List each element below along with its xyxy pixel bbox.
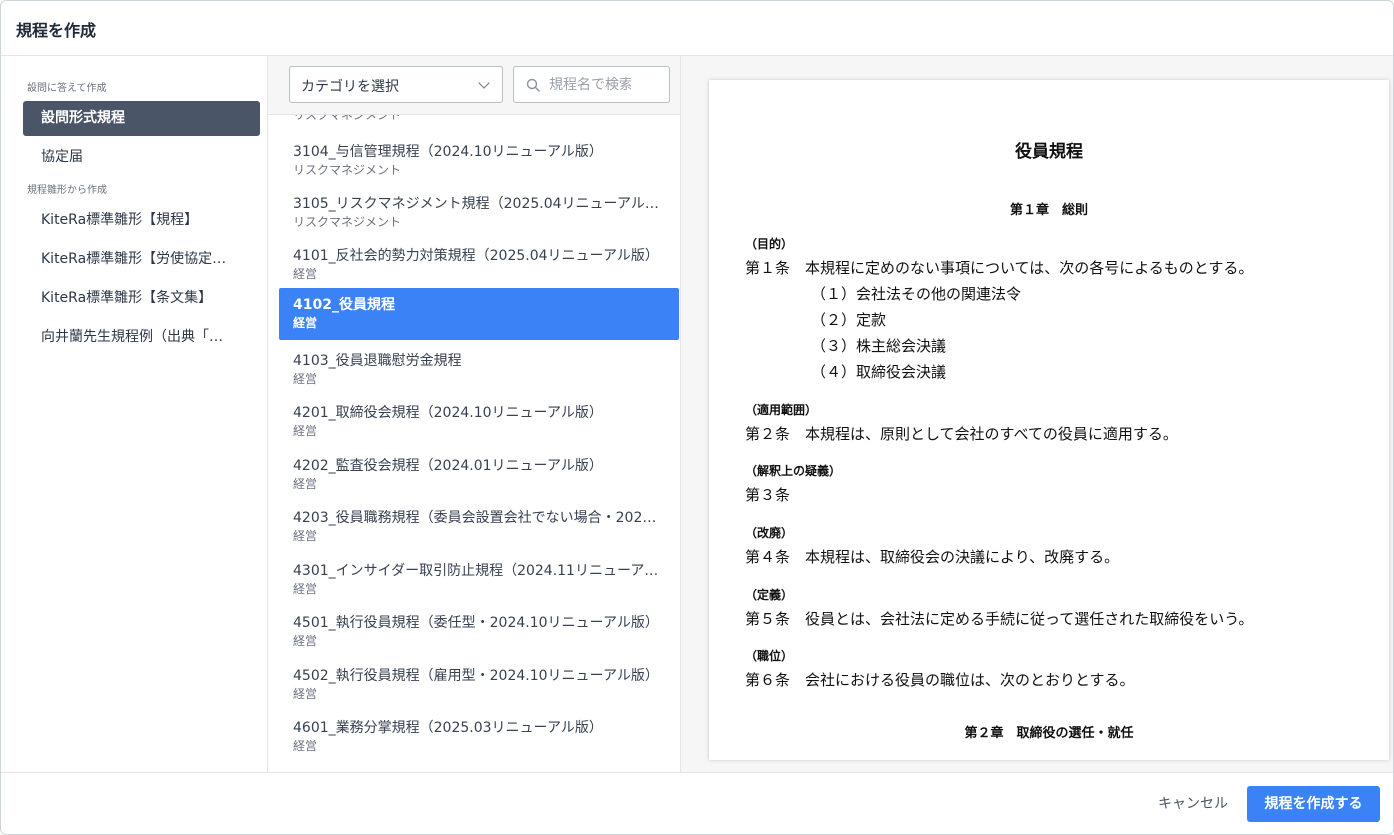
preview-paper: 役員規程 第１章 総則 （目的） 第１条 本規程に定めのない事項については、次の… [709, 80, 1389, 760]
list-item-title: 4102_役員規程 [293, 297, 395, 313]
article-text: 第１条 本規程に定めのない事項については、次の各号によるものとする。 [745, 259, 1254, 277]
list-item[interactable]: 3104_与信管理規程（2024.10リニューアル版） リスクマネジメント [279, 135, 679, 187]
article-heading: （解釈上の疑義） [745, 464, 842, 478]
list-item-title: 4201_取締役会規程（2024.10リニューアル版） [293, 405, 603, 421]
article-heading: （適用範囲） [745, 403, 818, 417]
list-item-category: 経営 [293, 687, 318, 701]
list-item-title: 4601_業務分掌規程（2025.03リニューアル版） [293, 720, 603, 736]
list-item-title: 4502_執行役員規程（雇用型・2024.10リニューアル版） [293, 668, 659, 684]
list-item-title: 3104_与信管理規程（2024.10リニューアル版） [293, 144, 603, 160]
search-input[interactable] [549, 75, 631, 95]
dialog-title: 規程を作成 [16, 21, 97, 40]
sidebar-item-template-labor-agreement[interactable]: KiteRa標準雛形【労使協定… [23, 242, 260, 277]
article-text: 第６条 会社における役員の職位は、次のとおりとする。 [745, 671, 1135, 689]
list-item[interactable]: 4101_反社会的勢力対策規程（2025.04リニューアル版） 経営 [279, 239, 679, 291]
list-item-title: 3105_リスクマネジメント規程（2025.04リニューアル版） [293, 196, 665, 212]
sidebar-item-question-format[interactable]: 設問形式規程 [23, 101, 260, 136]
list-item-category: 経営 [293, 372, 318, 386]
dialog-header: 規程を作成 [1, 1, 1393, 56]
list-item-title: 4202_監査役会規程（2024.01リニューアル版） [293, 458, 603, 474]
section-label-templates: 規程雛形から作成 [27, 185, 107, 196]
list-item-category: リスクマネジメント [293, 215, 402, 229]
article-item: （４）取締役会決議 [811, 363, 947, 381]
list-item-title: 4501_執行役員規程（委任型・2024.10リニューアル版） [293, 615, 659, 631]
regulation-list-pane: カテゴリを選択 リスクマネジメント 3104_与信管理規程（2024.10リニュ… [268, 56, 681, 772]
list-item-category: 経営 [293, 634, 318, 648]
list-item[interactable]: 4502_執行役員規程（雇用型・2024.10リニューアル版） 経営 [279, 659, 679, 711]
sidebar-item-template-mukai[interactable]: 向井蘭先生規程例（出典「… [23, 320, 260, 355]
category-select[interactable]: カテゴリを選択 [289, 66, 503, 103]
article-heading: （改廃） [745, 526, 794, 540]
article-text: 第４条 本規程は、取締役会の決議により、改廃する。 [745, 548, 1120, 566]
list-item-category: 経営 [293, 582, 318, 596]
create-regulation-button[interactable]: 規程を作成する [1247, 786, 1380, 822]
list-toolbar: カテゴリを選択 [268, 56, 680, 115]
article-text: 第２条 本規程は、原則として会社のすべての役員に適用する。 [745, 425, 1178, 443]
list-item[interactable]: 4203_役員職務規程（委員会設置会社でない場合・2024.10リニューアル版）… [279, 501, 679, 553]
list-item-title: 4101_反社会的勢力対策規程（2025.04リニューアル版） [293, 248, 659, 264]
search-field[interactable] [513, 66, 670, 103]
article-heading: （職位） [745, 649, 794, 663]
article-item: （１）会社法その他の関連法令 [811, 285, 1022, 303]
list-item[interactable]: 4202_監査役会規程（2024.01リニューアル版） 経営 [279, 449, 679, 501]
chapter-heading: 第２章 取締役の選任・就任 [964, 726, 1134, 741]
list-item-category: 経営 [293, 529, 318, 543]
sidebar: 設問に答えて作成 設問形式規程 協定届 規程雛形から作成 KiteRa標準雛形【… [1, 56, 268, 772]
document-title: 役員規程 [1015, 142, 1083, 162]
article-text: 第５条 役員とは、会社法に定める手続に従って選任された取締役をいう。 [745, 610, 1254, 628]
list-item-category: 経営 [293, 267, 318, 281]
section-label-questions: 設問に答えて作成 [27, 83, 107, 94]
list-item-selected[interactable]: 4102_役員規程 経営 [279, 288, 679, 340]
list-item[interactable]: 3105_リスクマネジメント規程（2025.04リニューアル版） リスクマネジメ… [279, 187, 679, 239]
search-icon [526, 78, 540, 92]
list-item-title: 4203_役員職務規程（委員会設置会社でない場合・2024.10リニューアル版） [293, 510, 665, 526]
article-item: （３）株主総会決議 [811, 337, 947, 355]
cancel-button[interactable]: キャンセル [1143, 787, 1243, 822]
list-item-category: 経営 [293, 424, 318, 438]
article-text: 第３条 [745, 486, 791, 504]
chapter-heading: 第１章 総則 [1009, 203, 1088, 218]
sidebar-item-agreement[interactable]: 協定届 [23, 140, 260, 175]
list-item[interactable]: 4601_業務分掌規程（2025.03リニューアル版） 経営 [279, 711, 679, 763]
list-item[interactable]: 4103_役員退職慰労金規程 経営 [279, 344, 679, 396]
list-item-category: リスクマネジメント [293, 163, 402, 177]
list-item[interactable]: 4301_インサイダー取引防止規程（2024.11リニューアル版） 経営 [279, 554, 679, 606]
list-item[interactable]: 4501_執行役員規程（委任型・2024.10リニューアル版） 経営 [279, 606, 679, 658]
list-item-category: 経営 [293, 477, 318, 491]
list-item-title: 4103_役員退職慰労金規程 [293, 353, 462, 369]
category-select-value: カテゴリを選択 [301, 79, 399, 95]
list-item-title: 4301_インサイダー取引防止規程（2024.11リニューアル版） [293, 563, 665, 579]
document-preview[interactable]: 役員規程 第１章 総則 （目的） 第１条 本規程に定めのない事項については、次の… [681, 56, 1393, 772]
sidebar-item-template-articles[interactable]: KiteRa標準雛形【条文集】 [23, 281, 260, 316]
article-heading: （定義） [745, 588, 794, 602]
article-heading: （目的） [745, 237, 794, 251]
sidebar-item-template-regulation[interactable]: KiteRa標準雛形【規程】 [23, 203, 260, 238]
create-regulation-dialog: 規程を作成 設問に答えて作成 設問形式規程 協定届 規程雛形から作成 KiteR… [0, 0, 1394, 835]
list-item-category: 経営 [293, 316, 318, 330]
dialog-footer: キャンセル 規程を作成する [1, 772, 1393, 834]
article-item: （２）定款 [811, 311, 887, 329]
chevron-down-icon [478, 77, 490, 89]
list-item-category: 経営 [293, 739, 318, 753]
list-item[interactable]: 4201_取締役会規程（2024.10リニューアル版） 経営 [279, 396, 679, 448]
